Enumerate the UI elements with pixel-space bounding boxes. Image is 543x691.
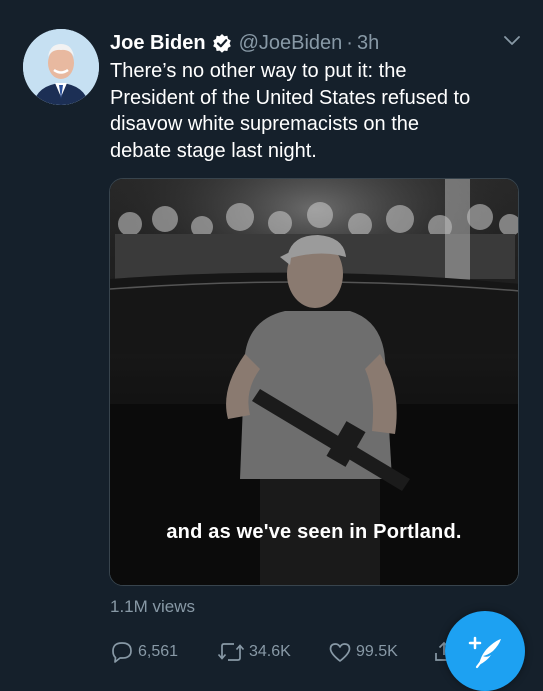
like-count: 99.5K xyxy=(356,643,398,660)
tweet[interactable]: Joe Biden @JoeBiden · 3h There’s no othe… xyxy=(0,0,543,691)
compose-tweet-button[interactable] xyxy=(445,611,525,691)
video-player[interactable]: and as we've seen in Portland. xyxy=(109,178,519,586)
tweet-text-line: There’s no other way to put it: the xyxy=(110,60,407,82)
separator-dot: · xyxy=(346,31,353,54)
avatar-image xyxy=(23,29,99,105)
reply-count: 6,561 xyxy=(138,643,179,660)
retweet-icon xyxy=(217,643,245,661)
handle[interactable]: @JoeBiden xyxy=(239,32,343,55)
reply-icon xyxy=(112,642,132,663)
tweet-header: Joe Biden @JoeBiden · 3h xyxy=(110,30,379,56)
like-icon xyxy=(329,643,351,662)
tweet-text: There’s no other way to put it: the Pres… xyxy=(110,58,530,164)
verified-badge-icon xyxy=(212,33,232,53)
tweet-text-line: disavow white supremacists on the xyxy=(110,113,420,135)
like-button[interactable]: 99.5K xyxy=(328,640,398,664)
retweet-count: 34.6K xyxy=(249,643,291,660)
tweet-text-line: debate stage last night. xyxy=(110,139,317,162)
retweet-button[interactable]: 34.6K xyxy=(217,640,291,664)
compose-tweet-icon xyxy=(468,636,501,669)
reply-button[interactable]: 6,561 xyxy=(110,640,178,664)
video-caption: and as we've seen in Portland. xyxy=(166,521,462,543)
chevron-down-icon[interactable] xyxy=(503,34,521,46)
view-count: 1.1M views xyxy=(110,597,196,616)
avatar[interactable] xyxy=(23,29,99,105)
tweet-text-line: President of the United States refused t… xyxy=(110,86,471,109)
timestamp[interactable]: 3h xyxy=(357,32,379,55)
display-name[interactable]: Joe Biden xyxy=(110,32,206,55)
